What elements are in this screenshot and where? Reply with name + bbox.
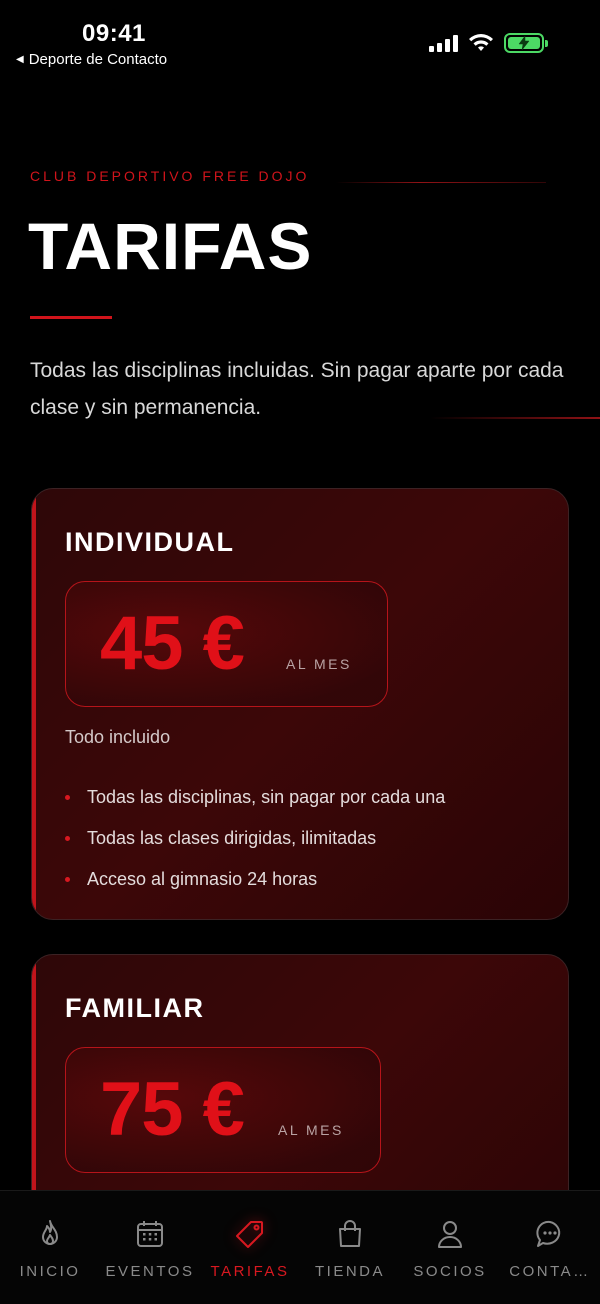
plan-card-individual[interactable]: INDIVIDUAL 45 € AL MES Todo incluido Tod… [31, 488, 569, 920]
price-box: 75 € AL MES [65, 1047, 381, 1173]
plan-name: INDIVIDUAL [65, 527, 235, 557]
back-triangle-icon: ◀ [16, 54, 24, 65]
status-bar: 09:41 ◀ Deporte de Contacto [0, 0, 600, 80]
plan-subtitle: Todo incluido [65, 727, 171, 747]
calendar-icon [135, 1219, 165, 1249]
tab-bar: INICIO EVENTOS TARIFAS TIENDA SOCIOS CON… [0, 1190, 600, 1304]
feature-text: Acceso al gimnasio 24 horas [87, 869, 318, 889]
tag-icon [235, 1219, 265, 1249]
price-box: 45 € AL MES [65, 581, 388, 707]
club-name: CLUB DEPORTIVO FREE DOJO [30, 168, 310, 184]
tab-label: CONTA… [509, 1263, 591, 1280]
list-item: Todas las disciplinas, sin pagar por cad… [65, 777, 445, 818]
feature-text: Todas las disciplinas, sin pagar por cad… [87, 787, 446, 807]
plan-name: FAMILIAR [65, 993, 205, 1023]
person-icon [435, 1219, 465, 1249]
decorative-line [430, 417, 600, 419]
cellular-signal-icon [429, 34, 458, 52]
tab-label: TARIFAS [210, 1263, 290, 1280]
battery-charging-icon [504, 33, 548, 53]
tab-label: SOCIOS [413, 1263, 487, 1280]
price-period: AL MES [286, 656, 352, 672]
price-period: AL MES [278, 1122, 344, 1138]
decorative-line [336, 182, 546, 183]
title-underline [30, 316, 112, 319]
list-item: Todas las clases dirigidas, ilimitadas [65, 818, 445, 859]
tab-label: TIENDA [314, 1263, 385, 1280]
tab-eventos[interactable]: EVENTOS [100, 1191, 200, 1304]
feature-text: Todas las clases dirigidas, ilimitadas [87, 828, 377, 848]
back-link-label: Deporte de Contacto [28, 51, 168, 68]
status-icons [429, 33, 548, 53]
intro-text: Todas las disciplinas incluidas. Sin pag… [30, 359, 564, 419]
tab-tarifas[interactable]: TARIFAS [200, 1191, 300, 1304]
page-title: TARIFAS [28, 209, 313, 283]
flame-icon [35, 1219, 65, 1249]
chat-bubble-icon [535, 1219, 565, 1249]
tab-inicio[interactable]: INICIO [0, 1191, 100, 1304]
wifi-icon [469, 34, 493, 51]
bullet-icon [65, 877, 70, 882]
bullet-icon [65, 836, 70, 841]
tab-contacto[interactable]: CONTA… [500, 1191, 600, 1304]
tab-label: EVENTOS [105, 1263, 195, 1280]
price-value: 75 € [100, 1067, 245, 1152]
shopping-bag-icon [335, 1219, 365, 1249]
tab-label: INICIO [19, 1263, 81, 1280]
feature-list: Todas las disciplinas, sin pagar por cad… [65, 777, 445, 900]
tab-tienda[interactable]: TIENDA [300, 1191, 400, 1304]
list-item: Acceso al gimnasio 24 horas [65, 859, 445, 900]
bullet-icon [65, 795, 70, 800]
status-time: 09:41 [82, 20, 146, 47]
price-value: 45 € [100, 601, 245, 686]
back-to-app-link[interactable]: ◀ Deporte de Contacto [16, 51, 167, 68]
tab-socios[interactable]: SOCIOS [400, 1191, 500, 1304]
